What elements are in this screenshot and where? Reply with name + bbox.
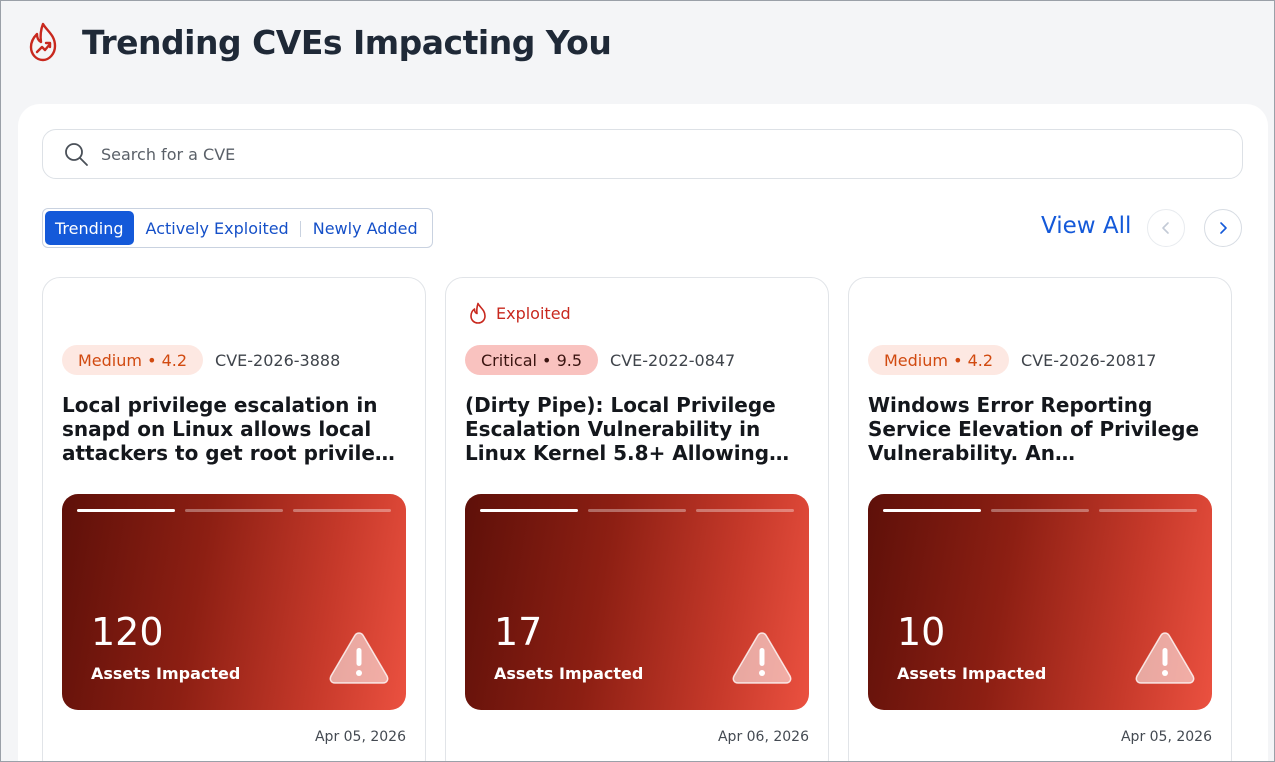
progress-segment xyxy=(883,509,981,512)
filter-tabs: Trending Actively Exploited Newly Added xyxy=(42,208,433,248)
assets-impacted-panel: 17 Assets Impacted xyxy=(465,494,809,710)
assets-label: Assets Impacted xyxy=(897,664,1047,683)
chevron-left-icon xyxy=(1162,222,1169,234)
cve-date: Apr 06, 2026 xyxy=(717,729,809,745)
assets-label: Assets Impacted xyxy=(494,664,644,683)
tab-trending[interactable]: Trending xyxy=(45,211,134,245)
previous-button[interactable] xyxy=(1147,209,1185,247)
cve-date: Apr 05, 2026 xyxy=(314,729,406,745)
progress-segment xyxy=(293,509,391,512)
cve-card[interactable]: Medium • 4.2 CVE-2026-3888 Local privile… xyxy=(42,277,426,762)
fire-trend-icon xyxy=(29,22,57,62)
cve-title: Local privilege escalation in snapd on L… xyxy=(62,393,403,465)
cve-date: Apr 05, 2026 xyxy=(1120,729,1212,745)
cve-title: Windows Error Reporting Service Elevatio… xyxy=(868,393,1200,465)
cve-title: (Dirty Pipe): Local Privilege Escalation… xyxy=(465,393,776,465)
search-input[interactable] xyxy=(101,144,1201,164)
cve-meta: Critical • 9.5 CVE-2022-0847 xyxy=(465,345,735,375)
assets-impacted-panel: 10 Assets Impacted xyxy=(868,494,1212,710)
view-all-link[interactable]: View All xyxy=(1041,213,1131,239)
progress-segment xyxy=(588,509,686,512)
search-box[interactable] xyxy=(42,129,1243,179)
progress-segment xyxy=(696,509,794,512)
search-icon xyxy=(65,143,88,166)
assets-label: Assets Impacted xyxy=(91,664,241,683)
carousel-progress xyxy=(480,509,804,512)
cve-id: CVE-2026-3888 xyxy=(215,350,341,370)
carousel-progress xyxy=(77,509,401,512)
assets-count: 17 xyxy=(494,610,543,654)
cve-meta: Medium • 4.2 CVE-2026-20817 xyxy=(868,345,1156,375)
carousel-progress xyxy=(883,509,1207,512)
warning-icon xyxy=(732,632,792,684)
assets-impacted-panel: 120 Assets Impacted xyxy=(62,494,406,710)
cve-id: CVE-2022-0847 xyxy=(610,350,736,370)
progress-segment xyxy=(77,509,175,512)
progress-segment xyxy=(480,509,578,512)
tab-newly-added[interactable]: Newly Added xyxy=(301,211,430,245)
exploited-text: Exploited xyxy=(496,303,571,323)
severity-badge: Medium • 4.2 xyxy=(62,345,204,375)
exploited-label: Exploited xyxy=(468,302,571,324)
progress-segment xyxy=(1099,509,1197,512)
tab-actively-exploited[interactable]: Actively Exploited xyxy=(134,211,301,245)
assets-count: 120 xyxy=(91,610,164,654)
cve-meta: Medium • 4.2 CVE-2026-3888 xyxy=(62,345,340,375)
fire-icon xyxy=(470,302,486,324)
next-button[interactable] xyxy=(1204,209,1242,247)
page-header: Trending CVEs Impacting You xyxy=(26,20,612,64)
progress-segment xyxy=(185,509,283,512)
chevron-right-icon xyxy=(1220,222,1227,234)
cve-card[interactable]: Medium • 4.2 CVE-2026-20817 Windows Erro… xyxy=(848,277,1232,762)
cve-id: CVE-2026-20817 xyxy=(1021,350,1157,370)
progress-segment xyxy=(991,509,1089,512)
page-title: Trending CVEs Impacting You xyxy=(82,22,612,62)
warning-icon xyxy=(329,632,389,684)
severity-badge: Medium • 4.2 xyxy=(868,345,1010,375)
warning-icon xyxy=(1135,632,1195,684)
assets-count: 10 xyxy=(897,610,946,654)
severity-badge: Critical • 9.5 xyxy=(465,345,599,375)
cve-card[interactable]: Exploited Critical • 9.5 CVE-2022-0847 (… xyxy=(445,277,829,762)
